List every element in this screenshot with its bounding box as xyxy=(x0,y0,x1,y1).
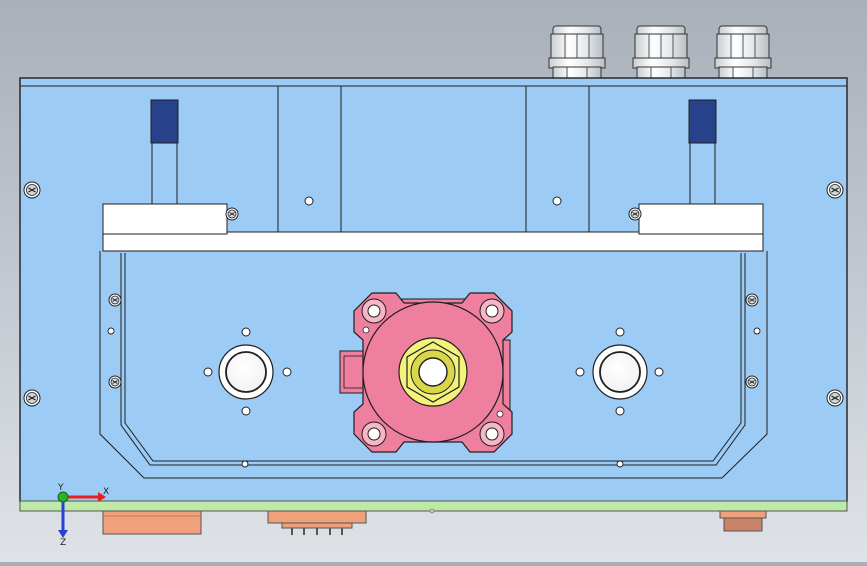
hex-nut xyxy=(398,337,468,407)
cad-viewport[interactable]: X Y Z xyxy=(0,0,867,562)
screw-left-top xyxy=(23,181,41,199)
screw-right-bottom xyxy=(826,389,844,407)
y-axis-dot xyxy=(57,491,69,503)
z-axis-arrowhead xyxy=(58,530,68,538)
cover-screw-4 xyxy=(745,375,759,389)
cable-gland-1 xyxy=(548,25,606,79)
x-axis-label: X xyxy=(103,487,109,497)
cad-drawing: X Y Z xyxy=(19,25,848,548)
left-pointer xyxy=(150,99,179,206)
cover-screw-2 xyxy=(108,375,122,389)
screw-left-bottom xyxy=(23,389,41,407)
screw-right-top xyxy=(826,181,844,199)
right-connector xyxy=(719,510,767,532)
middle-connector xyxy=(267,510,367,535)
right-pointer xyxy=(688,99,717,206)
y-axis-label: Y xyxy=(57,483,64,493)
cover-screw-1 xyxy=(108,293,122,307)
cable-gland-2 xyxy=(632,25,690,79)
z-axis-label: Z xyxy=(60,538,66,548)
base-mark xyxy=(429,508,435,514)
left-connector xyxy=(102,510,202,535)
cover-screw-3 xyxy=(745,293,759,307)
cable-gland-3 xyxy=(714,25,772,79)
